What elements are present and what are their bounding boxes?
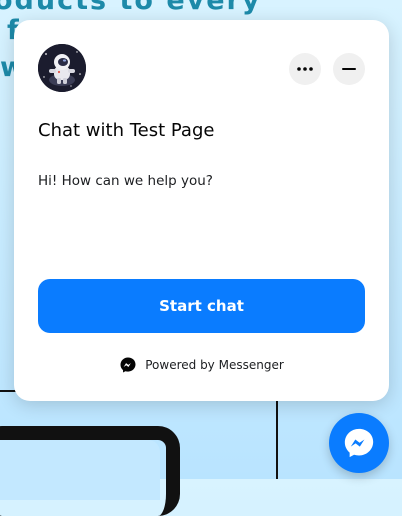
messenger-icon [344, 428, 374, 458]
messenger-icon [120, 357, 136, 373]
powered-by-label: Powered by Messenger [145, 358, 284, 372]
greeting-message: Hi! How can we help you? [38, 173, 213, 189]
background-heading: oducts to every [0, 0, 262, 16]
more-horizontal-icon [297, 67, 313, 71]
chat-title: Chat with Test Page [38, 120, 215, 141]
astronaut-avatar-icon [38, 44, 86, 92]
background-divider [276, 397, 278, 479]
background-device-screen [0, 440, 160, 500]
page-avatar [38, 44, 86, 92]
minimize-icon [342, 68, 356, 70]
powered-by-messenger: Powered by Messenger [14, 356, 389, 374]
more-options-button[interactable] [289, 53, 321, 85]
chat-widget: Chat with Test Page Hi! How can we help … [14, 20, 389, 401]
start-chat-button[interactable]: Start chat [38, 279, 365, 333]
messenger-launcher-button[interactable] [329, 413, 389, 473]
minimize-button[interactable] [333, 53, 365, 85]
